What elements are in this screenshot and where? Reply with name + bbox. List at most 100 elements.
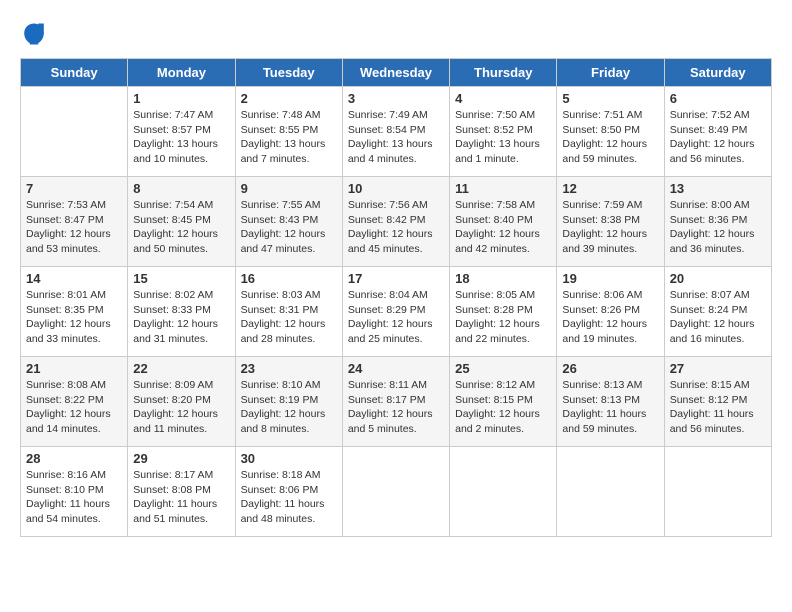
day-number: 30 [241, 451, 337, 466]
day-info: Sunrise: 7:51 AM Sunset: 8:50 PM Dayligh… [562, 108, 658, 167]
day-number: 5 [562, 91, 658, 106]
calendar-cell [342, 447, 449, 537]
day-info: Sunrise: 8:04 AM Sunset: 8:29 PM Dayligh… [348, 288, 444, 347]
day-info: Sunrise: 8:18 AM Sunset: 8:06 PM Dayligh… [241, 468, 337, 527]
day-number: 16 [241, 271, 337, 286]
day-number: 10 [348, 181, 444, 196]
day-info: Sunrise: 8:05 AM Sunset: 8:28 PM Dayligh… [455, 288, 551, 347]
calendar-cell: 26Sunrise: 8:13 AM Sunset: 8:13 PM Dayli… [557, 357, 664, 447]
header-tuesday: Tuesday [235, 59, 342, 87]
day-number: 21 [26, 361, 122, 376]
day-info: Sunrise: 8:07 AM Sunset: 8:24 PM Dayligh… [670, 288, 766, 347]
day-info: Sunrise: 7:50 AM Sunset: 8:52 PM Dayligh… [455, 108, 551, 167]
header-row: SundayMondayTuesdayWednesdayThursdayFrid… [21, 59, 772, 87]
week-row-4: 28Sunrise: 8:16 AM Sunset: 8:10 PM Dayli… [21, 447, 772, 537]
calendar-cell: 12 Sunrise: 7:59 AM Sunset: 8:38 PM Dayli… [557, 177, 664, 267]
day-number: 8 [133, 181, 229, 196]
calendar-cell [664, 447, 771, 537]
day-info: Sunrise: 8:01 AM Sunset: 8:35 PM Dayligh… [26, 288, 122, 347]
day-number: 11 [455, 181, 551, 196]
day-info: Sunrise: 8:02 AM Sunset: 8:33 PM Dayligh… [133, 288, 229, 347]
calendar-cell: 1 Sunrise: 7:47 AM Sunset: 8:57 PM Daylig… [128, 87, 235, 177]
day-number: 7 [26, 181, 122, 196]
calendar-cell: 10 Sunrise: 7:56 AM Sunset: 8:42 PM Dayli… [342, 177, 449, 267]
day-info: Sunrise: 7:55 AM Sunset: 8:43 PM Dayligh… [241, 198, 337, 257]
calendar-cell: 19 Sunrise: 8:06 AM Sunset: 8:26 PM Dayli… [557, 267, 664, 357]
calendar-cell [450, 447, 557, 537]
calendar-cell: 15 Sunrise: 8:02 AM Sunset: 8:33 PM Dayli… [128, 267, 235, 357]
day-info: Sunrise: 7:56 AM Sunset: 8:42 PM Dayligh… [348, 198, 444, 257]
calendar-cell: 7 Sunrise: 7:53 AM Sunset: 8:47 PM Daylig… [21, 177, 128, 267]
day-info: Sunrise: 8:10 AM Sunset: 8:19 PM Dayligh… [241, 378, 337, 437]
calendar-cell [557, 447, 664, 537]
week-row-0: 1 Sunrise: 7:47 AM Sunset: 8:57 PM Daylig… [21, 87, 772, 177]
day-number: 19 [562, 271, 658, 286]
calendar-cell: 6 Sunrise: 7:52 AM Sunset: 8:49 PM Daylig… [664, 87, 771, 177]
header-wednesday: Wednesday [342, 59, 449, 87]
day-number: 12 [562, 181, 658, 196]
week-row-3: 21 Sunrise: 8:08 AM Sunset: 8:22 PM Dayli… [21, 357, 772, 447]
calendar-header: SundayMondayTuesdayWednesdayThursdayFrid… [21, 59, 772, 87]
header-monday: Monday [128, 59, 235, 87]
day-number: 24 [348, 361, 444, 376]
calendar-cell: 30 Sunrise: 8:18 AM Sunset: 8:06 PM Dayli… [235, 447, 342, 537]
day-number: 15 [133, 271, 229, 286]
day-number: 27 [670, 361, 766, 376]
calendar-cell: 14 Sunrise: 8:01 AM Sunset: 8:35 PM Dayli… [21, 267, 128, 357]
logo [20, 20, 52, 48]
calendar-cell: 17 Sunrise: 8:04 AM Sunset: 8:29 PM Dayli… [342, 267, 449, 357]
calendar-cell: 11Sunrise: 7:58 AM Sunset: 8:40 PM Dayli… [450, 177, 557, 267]
day-number: 1 [133, 91, 229, 106]
day-number: 17 [348, 271, 444, 286]
day-number: 2 [241, 91, 337, 106]
day-info: Sunrise: 8:15 AM Sunset: 8:12 PM Dayligh… [670, 378, 766, 437]
day-number: 6 [670, 91, 766, 106]
calendar-cell: 3 Sunrise: 7:49 AM Sunset: 8:54 PM Daylig… [342, 87, 449, 177]
calendar-cell: 27 Sunrise: 8:15 AM Sunset: 8:12 PM Dayli… [664, 357, 771, 447]
week-row-1: 7 Sunrise: 7:53 AM Sunset: 8:47 PM Daylig… [21, 177, 772, 267]
calendar-cell: 8Sunrise: 7:54 AM Sunset: 8:45 PM Daylig… [128, 177, 235, 267]
day-number: 23 [241, 361, 337, 376]
day-number: 3 [348, 91, 444, 106]
day-number: 20 [670, 271, 766, 286]
calendar-cell: 13Sunrise: 8:00 AM Sunset: 8:36 PM Dayli… [664, 177, 771, 267]
day-info: Sunrise: 7:48 AM Sunset: 8:55 PM Dayligh… [241, 108, 337, 167]
calendar-cell [21, 87, 128, 177]
header-saturday: Saturday [664, 59, 771, 87]
calendar-table: SundayMondayTuesdayWednesdayThursdayFrid… [20, 58, 772, 537]
day-number: 18 [455, 271, 551, 286]
calendar-cell: 5 Sunrise: 7:51 AM Sunset: 8:50 PM Daylig… [557, 87, 664, 177]
calendar-cell: 9Sunrise: 7:55 AM Sunset: 8:43 PM Daylig… [235, 177, 342, 267]
header-friday: Friday [557, 59, 664, 87]
calendar-cell: 28Sunrise: 8:16 AM Sunset: 8:10 PM Dayli… [21, 447, 128, 537]
day-info: Sunrise: 8:08 AM Sunset: 8:22 PM Dayligh… [26, 378, 122, 437]
day-info: Sunrise: 7:47 AM Sunset: 8:57 PM Dayligh… [133, 108, 229, 167]
calendar-cell: 23 Sunrise: 8:10 AM Sunset: 8:19 PM Dayli… [235, 357, 342, 447]
day-info: Sunrise: 7:53 AM Sunset: 8:47 PM Dayligh… [26, 198, 122, 257]
logo-icon [20, 20, 48, 48]
calendar-cell: 18 Sunrise: 8:05 AM Sunset: 8:28 PM Dayli… [450, 267, 557, 357]
header-thursday: Thursday [450, 59, 557, 87]
day-number: 14 [26, 271, 122, 286]
day-number: 29 [133, 451, 229, 466]
day-info: Sunrise: 8:12 AM Sunset: 8:15 PM Dayligh… [455, 378, 551, 437]
calendar-cell: 22 Sunrise: 8:09 AM Sunset: 8:20 PM Dayli… [128, 357, 235, 447]
calendar-cell: 20 Sunrise: 8:07 AM Sunset: 8:24 PM Dayli… [664, 267, 771, 357]
day-info: Sunrise: 8:06 AM Sunset: 8:26 PM Dayligh… [562, 288, 658, 347]
day-info: Sunrise: 8:17 AM Sunset: 8:08 PM Dayligh… [133, 468, 229, 527]
calendar-cell: 25 Sunrise: 8:12 AM Sunset: 8:15 PM Dayli… [450, 357, 557, 447]
header [20, 20, 772, 48]
day-info: Sunrise: 8:13 AM Sunset: 8:13 PM Dayligh… [562, 378, 658, 437]
day-number: 22 [133, 361, 229, 376]
calendar-cell: 24Sunrise: 8:11 AM Sunset: 8:17 PM Dayli… [342, 357, 449, 447]
calendar-cell: 16Sunrise: 8:03 AM Sunset: 8:31 PM Dayli… [235, 267, 342, 357]
day-info: Sunrise: 8:09 AM Sunset: 8:20 PM Dayligh… [133, 378, 229, 437]
day-info: Sunrise: 7:59 AM Sunset: 8:38 PM Dayligh… [562, 198, 658, 257]
calendar-cell: 4Sunrise: 7:50 AM Sunset: 8:52 PM Daylig… [450, 87, 557, 177]
calendar-cell: 29 Sunrise: 8:17 AM Sunset: 8:08 PM Dayli… [128, 447, 235, 537]
day-number: 28 [26, 451, 122, 466]
week-row-2: 14 Sunrise: 8:01 AM Sunset: 8:35 PM Dayli… [21, 267, 772, 357]
day-number: 25 [455, 361, 551, 376]
day-info: Sunrise: 7:52 AM Sunset: 8:49 PM Dayligh… [670, 108, 766, 167]
day-info: Sunrise: 7:49 AM Sunset: 8:54 PM Dayligh… [348, 108, 444, 167]
